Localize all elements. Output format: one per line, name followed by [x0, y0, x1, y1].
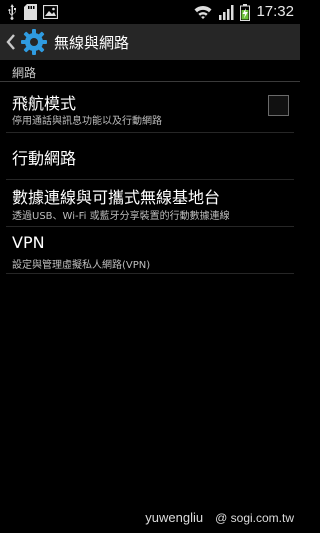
vpn-title: VPN	[12, 233, 45, 252]
usb-icon	[6, 4, 18, 20]
tethering-hotspot-item[interactable]: 數據連線與可攜式無線基地台 透過USB、Wi-Fi 或藍牙分享裝置的行動數據連線	[0, 180, 300, 230]
airplane-mode-checkbox[interactable]	[268, 95, 289, 116]
watermark-user: yuwengliu	[145, 510, 204, 525]
vpn-summary: 設定與管理虛擬私人網路(VPN)	[12, 260, 151, 271]
section-header-label: 網路	[12, 66, 37, 80]
section-header-network: 網路	[0, 64, 300, 82]
battery-charging-icon	[240, 3, 251, 21]
action-bar: 無線與網路	[0, 24, 300, 60]
tethering-hotspot-title: 數據連線與可攜式無線基地台	[12, 188, 221, 207]
settings-gear-icon[interactable]	[20, 28, 48, 56]
mobile-network-item[interactable]: 行動網路	[0, 133, 300, 179]
mobile-network-title: 行動網路	[12, 149, 77, 168]
clock: 17:32	[256, 3, 294, 20]
signal-icon	[218, 4, 234, 20]
watermark-site: @ sogi.com.tw	[215, 510, 294, 525]
vpn-item[interactable]: VPN 設定與管理虛擬私人網路(VPN)	[0, 227, 300, 273]
airplane-mode-title: 飛航模式	[12, 94, 77, 113]
airplane-mode-item[interactable]: 飛航模式 停用通話與訊息功能以及行動網路	[0, 82, 300, 132]
status-bar: 17:32	[0, 0, 300, 24]
back-chevron-icon[interactable]	[4, 24, 18, 60]
image-notification-icon	[43, 5, 58, 19]
watermark: yuwengliu @ sogi.com.tw	[145, 510, 294, 525]
item-divider	[6, 273, 294, 274]
page-title: 無線與網路	[54, 33, 130, 52]
wifi-icon	[194, 5, 212, 20]
airplane-mode-summary: 停用通話與訊息功能以及行動網路	[12, 116, 162, 127]
tethering-hotspot-summary: 透過USB、Wi-Fi 或藍牙分享裝置的行動數據連線	[12, 211, 230, 222]
sd-card-icon	[24, 4, 37, 20]
